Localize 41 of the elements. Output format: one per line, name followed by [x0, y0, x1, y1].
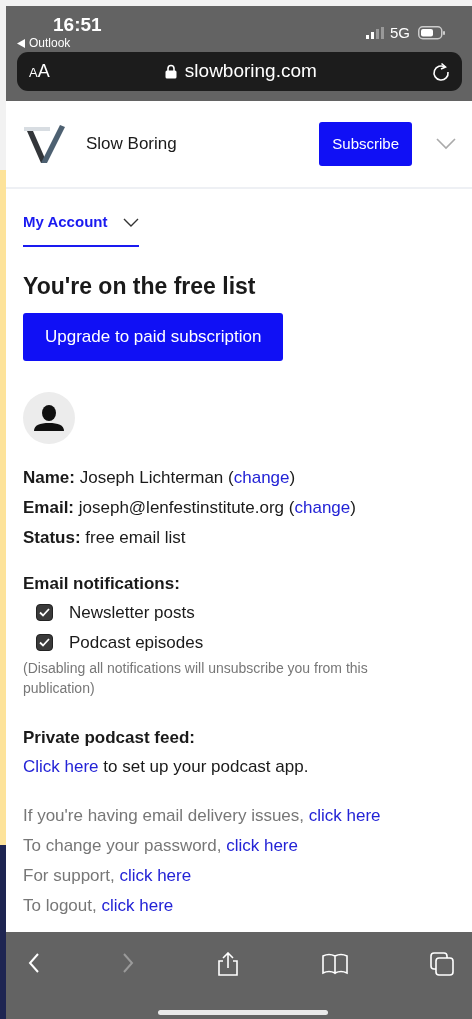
section-heading: Private podcast feed: [23, 726, 196, 749]
profile-line: Name: Joseph Lichterman (change) [23, 466, 297, 489]
help-link[interactable]: click here [226, 835, 298, 855]
publication-name[interactable]: Slow Boring [86, 131, 177, 157]
battery-icon [418, 26, 446, 41]
help-link[interactable]: click here [119, 865, 192, 885]
network-label: 5G [390, 23, 410, 43]
text-size-button[interactable]: AA [29, 58, 50, 85]
help-link[interactable]: click here [308, 805, 381, 825]
upgrade-button[interactable]: Upgrade to paid subscription [23, 313, 284, 361]
checkmark-icon [39, 608, 50, 617]
clock: 16:51 [53, 14, 102, 36]
help-link[interactable]: click here [101, 895, 174, 915]
change-link[interactable]: change [294, 497, 351, 517]
person-icon [34, 404, 64, 431]
note-text: (Disabling all notifications will unsubscribe you from this publication) [23, 658, 369, 698]
caret-icon [123, 217, 140, 227]
option-label: Podcast episodes [69, 631, 204, 654]
lock-icon [164, 64, 177, 79]
tab[interactable]: My Account [23, 211, 140, 247]
page-heading: You're on the free list [23, 271, 257, 301]
help-text: To logout, click here [23, 894, 175, 917]
profile-line: Status: free email list [23, 526, 187, 549]
podcast-text: Click here to set up your podcast app. [23, 755, 310, 778]
subscribe-button[interactable]: Subscribe [319, 121, 412, 167]
option-label: Newsletter posts [69, 601, 195, 624]
profile-line: Email: joseph@lenfestinstitute.org (change) [23, 496, 357, 519]
change-link[interactable]: change [233, 467, 290, 487]
back-to-app-link[interactable]: Outlook [17, 36, 71, 50]
help-text: To change your password, click here [23, 834, 299, 857]
podcast-link[interactable]: Click here [23, 756, 99, 776]
section-heading: Email notifications: [23, 572, 181, 595]
checkbox[interactable] [36, 634, 53, 651]
url-text[interactable]: slowboring.com [184, 57, 317, 86]
help-text: For support, click here [23, 864, 193, 887]
signal-icon [366, 27, 386, 40]
checkbox[interactable] [36, 604, 53, 621]
reload-icon[interactable] [432, 61, 450, 82]
back-triangle-icon [17, 38, 25, 48]
checkmark-icon [39, 638, 50, 647]
help-text: If you're having email delivery issues, click here [23, 804, 382, 827]
